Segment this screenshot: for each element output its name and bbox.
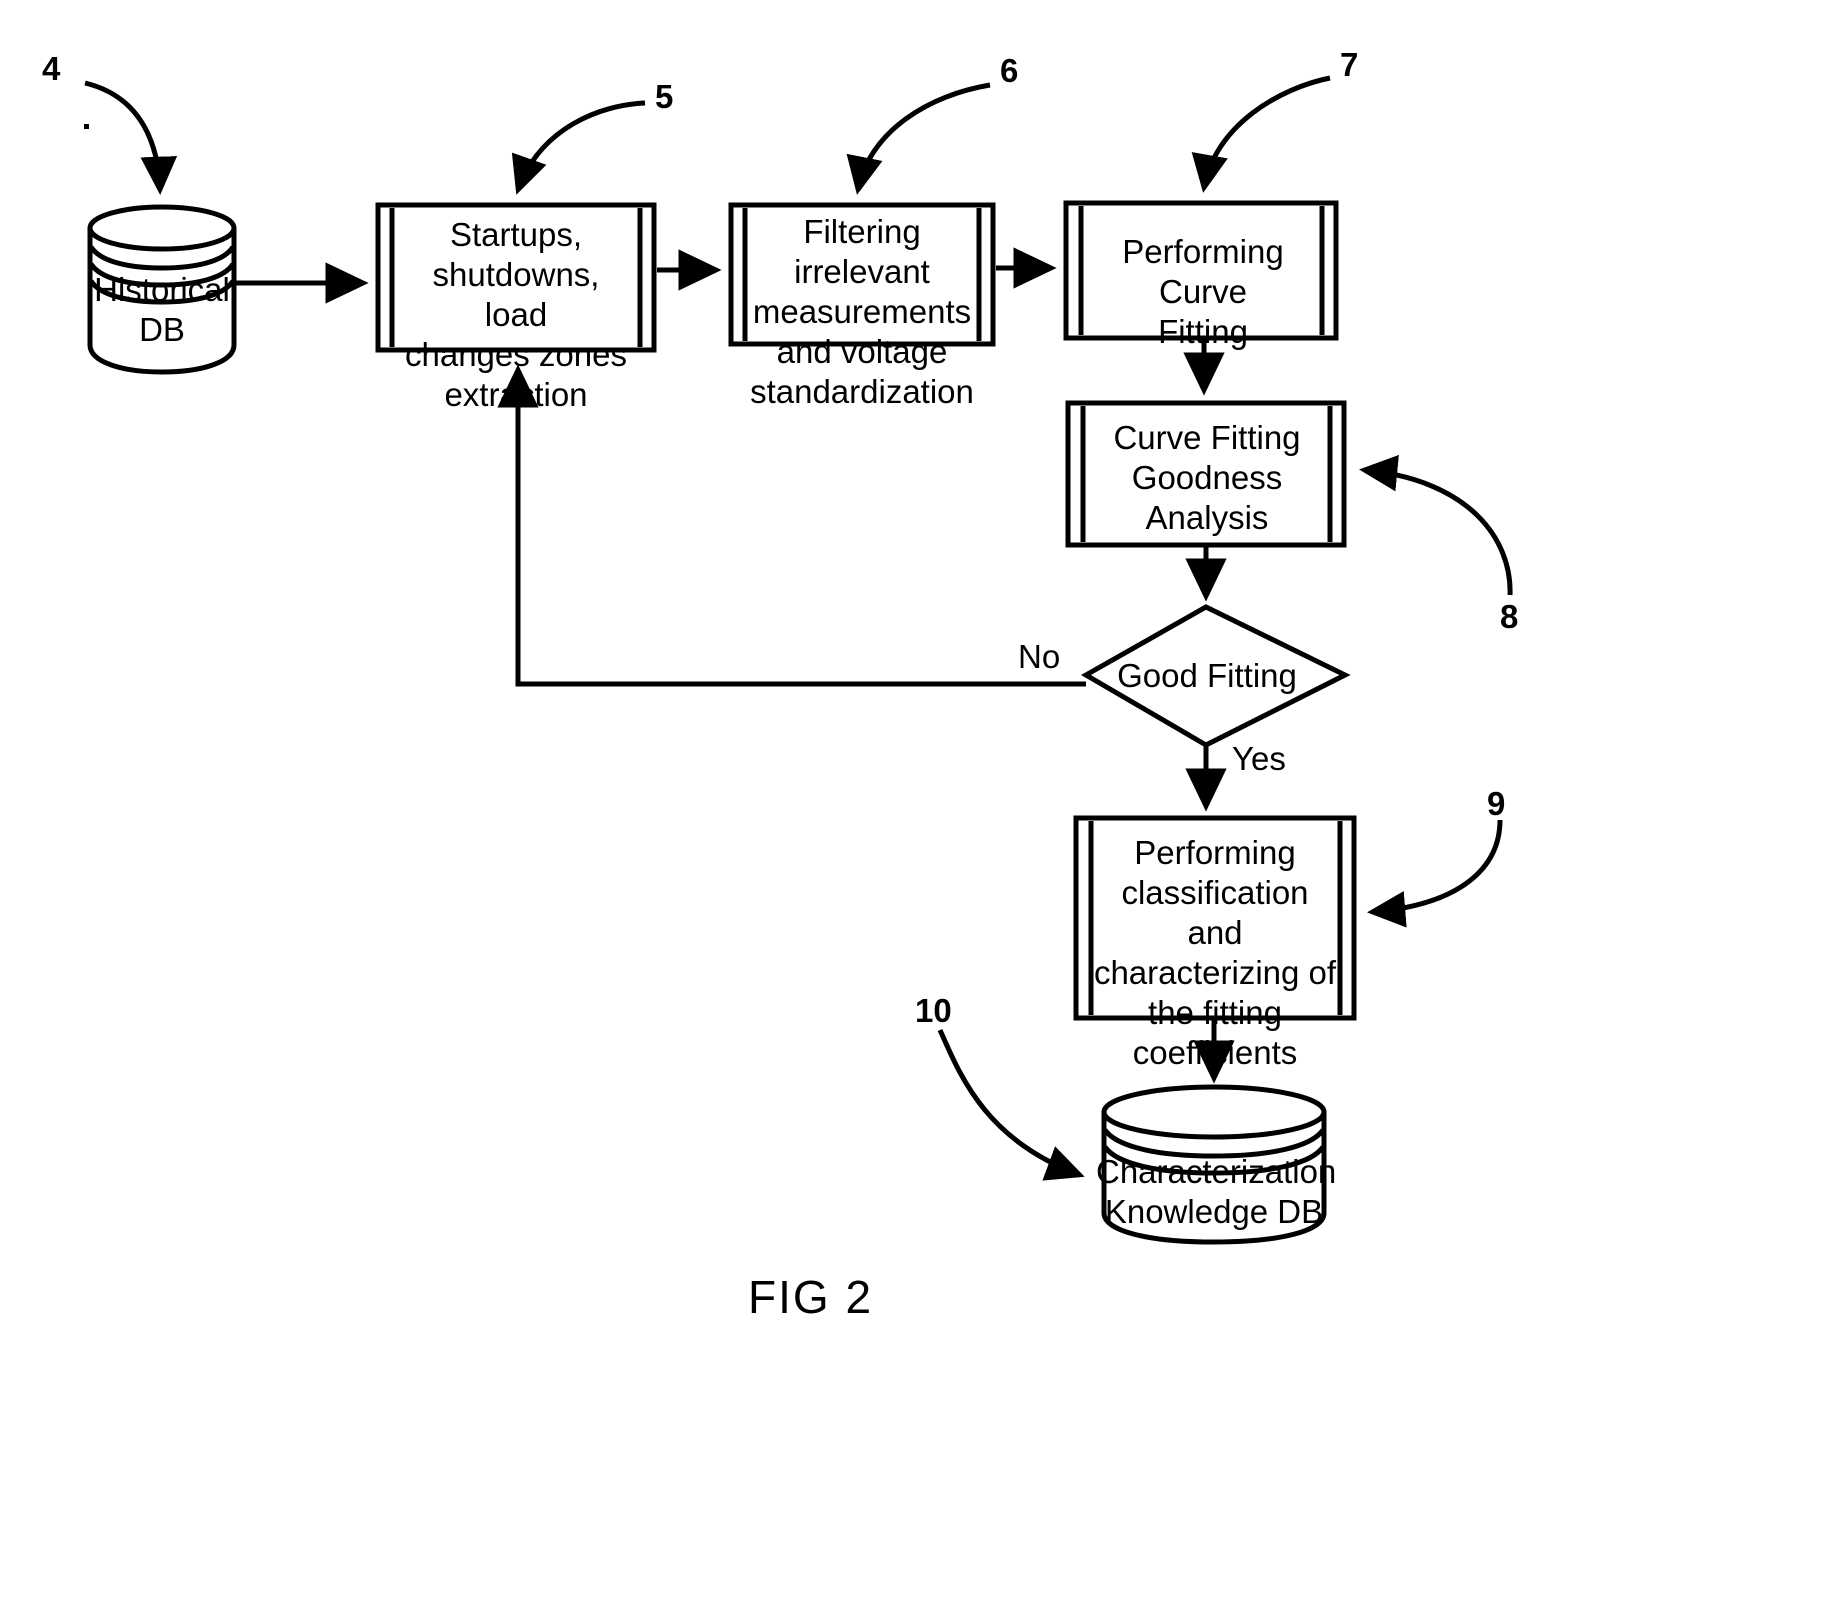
- node-classification-shape: [1073, 815, 1357, 1021]
- figure-canvas: Historical DB Startups, shutdowns, load …: [0, 0, 1842, 1612]
- edge-label-no: No: [1018, 638, 1061, 675]
- node-curve-fitting-shape: [1063, 200, 1339, 341]
- node-goodness-analysis-shape: [1065, 400, 1347, 548]
- node-knowledge-db-shape: [1101, 1084, 1327, 1245]
- figure-caption: FIG 2: [748, 1271, 874, 1323]
- reference-numeral-7: 7: [1340, 46, 1359, 83]
- node-good-fitting-shape: [1080, 604, 1351, 748]
- reference-numeral-9: 9: [1487, 785, 1506, 822]
- edge-label-yes: Yes: [1232, 740, 1286, 777]
- node-historical-db-shape: [87, 204, 237, 375]
- node-filtering-shape: [728, 202, 996, 347]
- leader-ref-10: [937, 1028, 1085, 1181]
- leader-ref-5: [511, 100, 646, 195]
- leader-ref-7: [1191, 75, 1331, 193]
- leader-ref-9: [1367, 819, 1503, 928]
- leader-ref-4: [84, 80, 178, 195]
- reference-numeral-6: 6: [1000, 52, 1019, 89]
- leader-ref-8: [1359, 454, 1513, 596]
- flowchart-vector-layer: [84, 75, 1513, 1245]
- leader-ref-6: [846, 82, 991, 195]
- reference-numeral-5: 5: [655, 78, 674, 115]
- scan-artifact-dot: [84, 124, 89, 129]
- node-zones-extraction-shape: [375, 202, 657, 353]
- reference-numeral-10: 10: [915, 992, 952, 1029]
- edge-no-feedback-to-extraction: [497, 364, 1086, 687]
- reference-numeral-8: 8: [1500, 598, 1519, 635]
- reference-numeral-4: 4: [42, 50, 61, 87]
